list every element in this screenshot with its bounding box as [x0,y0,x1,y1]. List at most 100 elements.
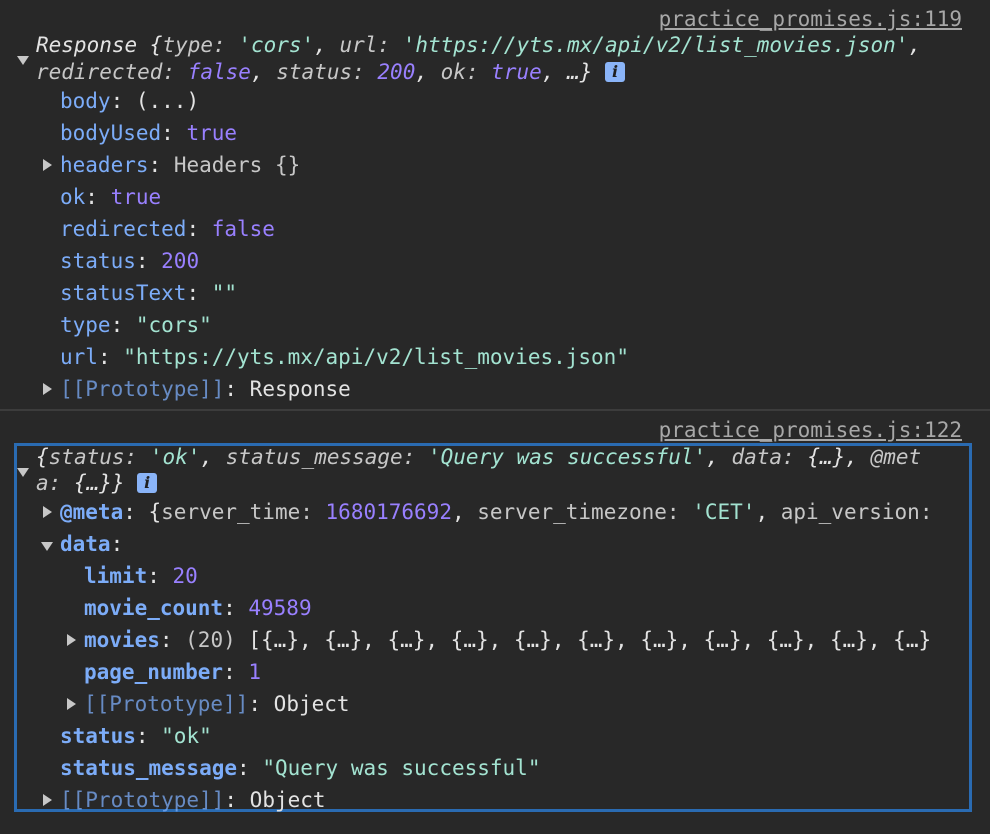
summary-value: 200 [377,60,416,84]
response-summary-line2[interactable]: redirected: false, status: 200, ok: true… [36,57,626,87]
summary-value: 'ok' [149,445,201,469]
prop-key: headers [60,153,149,177]
expand-arrow-json[interactable] [17,468,29,477]
prop-key: status [60,724,136,748]
expand-arrow-data-prototype[interactable] [67,698,76,710]
expand-arrow-movies[interactable] [67,634,76,646]
prop-key: @meta [60,500,124,524]
summary-key: ok [440,60,466,84]
prop-data-prototype[interactable]: [[Prototype]]: Object [84,689,350,719]
summary-key: data [731,445,783,469]
summary-prefix: Response { [36,33,163,57]
prop-key: redirected [60,217,187,241]
prop-statusText[interactable]: statusText: "" [60,278,237,308]
summary-value: false [187,60,251,84]
prop-ok[interactable]: ok: true [60,182,161,212]
summary-key: status [276,60,353,84]
summary-value: true [491,60,542,84]
prop-limit[interactable]: limit: 20 [84,561,198,591]
prop-body[interactable]: body: (...) [60,86,199,116]
info-icon[interactable]: i [605,62,626,82]
prop-value: 20 [172,564,198,588]
summary-value: 'Query was successful' [428,445,707,469]
prop-value: "Query was successful" [262,756,541,780]
prop-status-message[interactable]: status_message: "Query was successful" [60,753,540,783]
prop-key: limit [84,564,148,588]
summary-key: status [48,445,125,469]
prop-value: true [186,121,238,145]
prop-value: "cors" [135,313,212,337]
expand-arrow-prototype[interactable] [43,383,52,395]
prop-key: [[Prototype]] [60,377,225,401]
json-summary-line2[interactable]: a: {…}} i [36,468,158,498]
prop-value: Object [249,788,326,812]
prop-url[interactable]: url: "https://yts.mx/api/v2/list_movies.… [60,342,629,372]
preview-key: api_version [780,500,920,524]
expand-arrow-meta[interactable] [43,506,52,518]
summary-key: status_message [225,445,403,469]
prop-key: url [60,345,98,369]
preview-value: 1680176692 [325,500,452,524]
prop-value[interactable]: "https://yts.mx/api/v2/list_movies.json" [123,345,629,369]
prop-key: type [60,313,111,337]
preview-key: server_time [161,500,301,524]
prop-key: data [60,532,111,556]
prop-key: statusText [60,281,187,305]
collapse-arrow-data[interactable] [41,542,53,551]
prop-value: 200 [161,249,200,273]
prop-movie-count[interactable]: movie_count: 49589 [84,593,312,623]
prop-value: "" [211,281,238,305]
summary-value: 'cors' [238,33,315,57]
prop-value: 49589 [248,596,312,620]
prop-bodyUsed[interactable]: bodyUsed: true [60,118,237,148]
prop-redirected[interactable]: redirected: false [60,214,275,244]
summary-key: @met [870,445,922,469]
expand-arrow-response[interactable] [17,56,29,65]
json-summary-line1[interactable]: {status: 'ok', status_message: 'Query wa… [36,442,921,472]
prop-key: [[Prototype]] [84,692,249,716]
prop-value: Response [249,377,351,401]
prop-page-number[interactable]: page_number: 1 [84,657,261,687]
summary-value: 'https://yts.mx/api/v2/list_movies.json' [402,33,909,57]
prop-prototype[interactable]: [[Prototype]]: Response [60,374,351,404]
prop-value: true [110,185,162,209]
prop-key: [[Prototype]] [60,788,225,812]
preview-value: 'CET' [692,500,756,524]
array-length: (20) [185,628,236,652]
prop-type[interactable]: type: "cors" [60,310,212,340]
prop-value: Headers {} [173,153,301,177]
prop-key: movies [84,628,160,652]
prop-value[interactable]: (...) [136,89,199,113]
summary-key: type [162,33,214,57]
prop-key: movie_count [84,596,224,620]
prop-status[interactable]: status: 200 [60,246,199,276]
prop-value: 1 [248,660,262,684]
prop-value: "ok" [161,724,212,748]
source-link-122[interactable]: practice_promises.js:122 [659,415,962,445]
prop-key: ok [60,185,86,209]
prop-value: false [211,217,275,241]
prop-value: Object [273,692,350,716]
response-summary-line1[interactable]: Response {type: 'cors', url: 'https://yt… [36,30,921,60]
info-icon[interactable]: i [137,473,158,493]
expand-arrow-object-prototype[interactable] [43,794,52,806]
prop-key: page_number [84,660,224,684]
summary-key: redirected [36,60,163,84]
prop-headers[interactable]: headers: Headers {} [60,150,300,180]
summary-value: {…}} [73,471,125,495]
prop-meta[interactable]: @meta: {server_time: 1680176692, server_… [60,497,970,527]
array-preview: [{…}, {…}, {…}, {…}, {…}, {…}, {…}, {…},… [248,628,932,652]
summary-value: {…} [807,445,846,469]
prop-key: status [60,249,136,273]
prop-data[interactable]: data: [60,529,123,559]
preview-key: server_timezone [477,500,667,524]
prop-key: bodyUsed [60,121,162,145]
prop-status-ok[interactable]: status: "ok" [60,721,212,751]
expand-arrow-headers[interactable] [43,159,52,171]
prop-key: status_message [60,756,238,780]
summary-key: a [36,471,49,495]
summary-ellipsis: …} [567,60,593,84]
prop-movies[interactable]: movies: (20) [{…}, {…}, {…}, {…}, {…}, {… [84,625,970,655]
prop-object-prototype[interactable]: [[Prototype]]: Object [60,785,326,815]
summary-key: url [339,33,378,57]
